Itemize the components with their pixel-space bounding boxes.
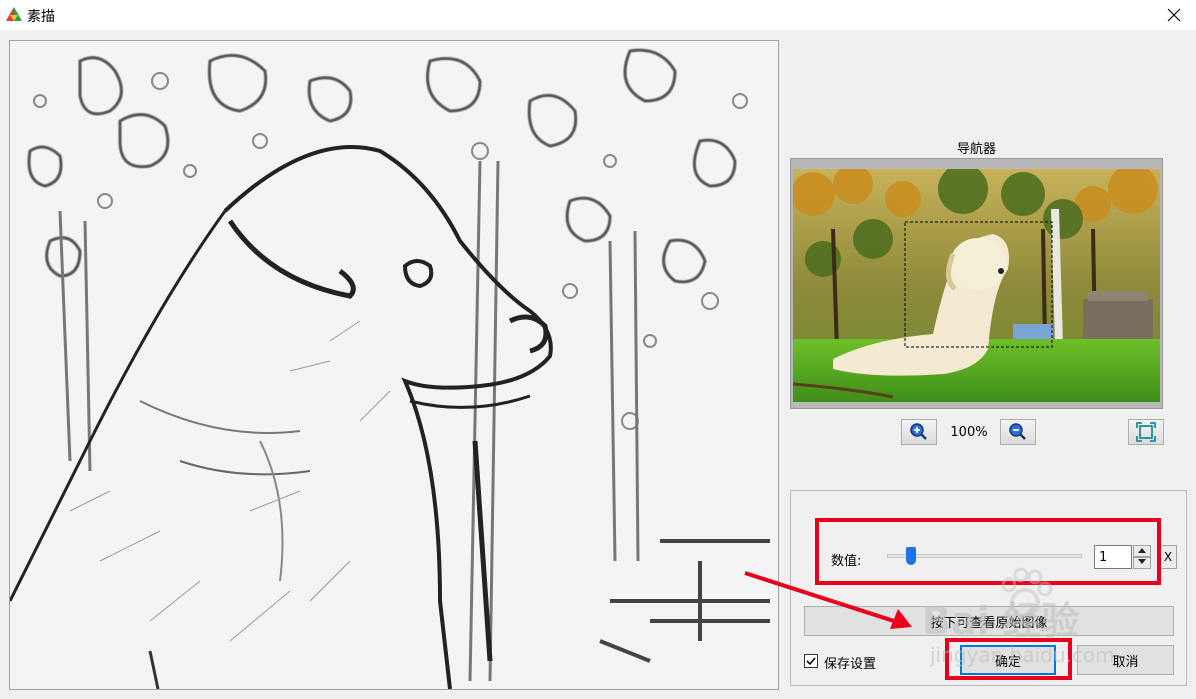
- save-settings-label: 保存设置: [824, 657, 877, 672]
- annotation-arrow-icon: [744, 571, 912, 629]
- value-slider-thumb[interactable]: [905, 547, 916, 565]
- cancel-button[interactable]: 取消: [1077, 645, 1174, 675]
- close-button[interactable]: [1152, 0, 1196, 30]
- zoom-out-button[interactable]: [1000, 419, 1036, 445]
- window-title: 素描: [27, 9, 55, 25]
- navigator-thumbnail[interactable]: [793, 169, 1160, 402]
- value-input[interactable]: [1094, 545, 1132, 569]
- spin-down-button[interactable]: [1133, 557, 1151, 569]
- title-bar: 素描: [0, 0, 1196, 30]
- zoom-in-icon: [910, 423, 927, 440]
- save-settings-checkbox[interactable]: [804, 654, 818, 668]
- navigator-panel[interactable]: [790, 158, 1163, 409]
- navigator-title: 导航器: [956, 142, 996, 157]
- sketch-preview[interactable]: [9, 40, 779, 690]
- zoom-in-button[interactable]: [901, 419, 937, 445]
- value-slider-track[interactable]: [887, 554, 1082, 558]
- checkmark-icon: [806, 657, 816, 666]
- app-icon: [6, 7, 22, 21]
- zoom-level: 100%: [950, 425, 988, 440]
- reset-value-button[interactable]: X: [1159, 545, 1177, 569]
- triangle-down-icon: [1138, 559, 1146, 564]
- close-icon: [1167, 8, 1181, 22]
- value-spinner[interactable]: [1133, 545, 1151, 569]
- fit-to-window-button[interactable]: [1128, 419, 1164, 445]
- fit-window-icon: [1136, 422, 1156, 442]
- spin-up-button[interactable]: [1133, 545, 1151, 557]
- sketch-preview-image: [10, 41, 778, 689]
- ok-button[interactable]: 确定: [960, 645, 1056, 675]
- zoom-out-icon: [1009, 423, 1026, 440]
- triangle-up-icon: [1138, 548, 1146, 553]
